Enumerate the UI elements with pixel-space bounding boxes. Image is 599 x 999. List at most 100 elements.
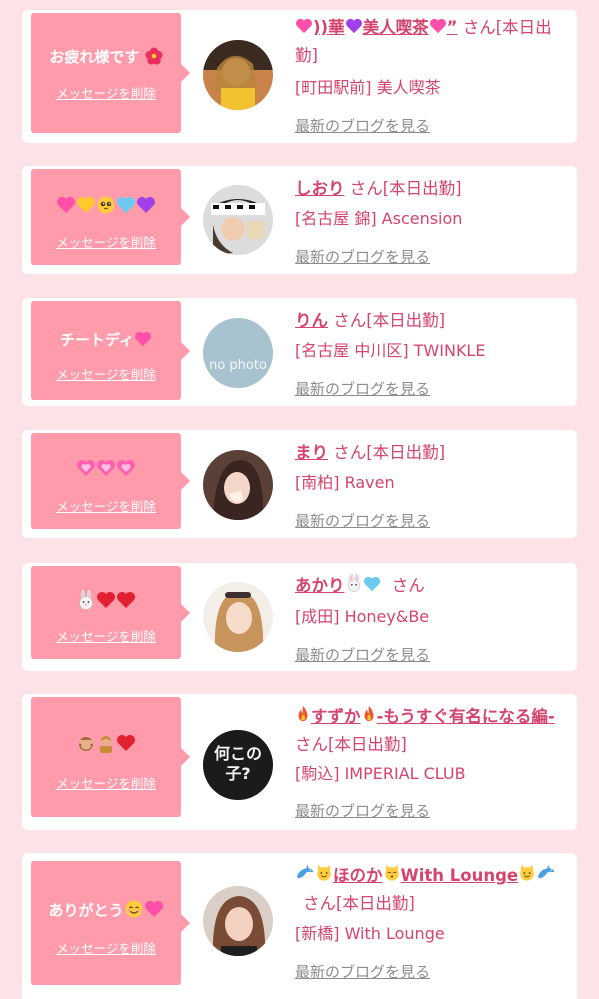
shop-text: [成田] Honey&Be [295, 607, 430, 626]
status-text: さん [391, 576, 425, 595]
blog-link[interactable]: 最新のブログを見る [295, 510, 565, 531]
avatar[interactable] [203, 450, 273, 520]
avatar[interactable] [203, 886, 273, 956]
delete-message-link[interactable]: メッセージを削除 [31, 773, 181, 792]
rabbit-face-icon [76, 589, 96, 614]
fire-icon [361, 704, 377, 731]
message-text [31, 195, 181, 219]
cast-card: メッセージを削除 あかり さん [成田] Honey&Be 最新のブログを見る [22, 563, 577, 671]
shop-text: [南柏] Raven [295, 473, 395, 492]
message-text: チートディ [31, 329, 181, 351]
person-gesturing-icon [96, 733, 116, 757]
cast-info: りん さん[本日出勤] [名古屋 中川区] TWINKLE 最新のブログを見る [295, 307, 565, 399]
red-heart-icon [116, 591, 136, 613]
blog-link[interactable]: 最新のブログを見る [295, 378, 565, 399]
message-text [31, 733, 181, 757]
avatar[interactable]: no photo [203, 318, 273, 388]
message-text [31, 459, 181, 481]
cast-info: まり さん[本日出勤] [南柏] Raven 最新のブログを見る [295, 439, 565, 531]
fire-icon [295, 704, 311, 731]
blog-link[interactable]: 最新のブログを見る [295, 246, 565, 267]
status-text: さん[本日出勤] [349, 179, 462, 198]
cast-name-link[interactable]: まり [295, 443, 328, 462]
pink-heart-icon [76, 459, 96, 481]
status-text: さん[本日出勤] [333, 443, 446, 462]
delete-message-link[interactable]: メッセージを削除 [31, 232, 181, 251]
avatar[interactable] [203, 40, 273, 110]
blog-link[interactable]: 最新のブログを見る [295, 115, 565, 136]
pink-heart-icon [134, 331, 152, 351]
shop-text: [名古屋 錦] Ascension [295, 209, 463, 228]
message-bubble: メッセージを削除 [31, 169, 190, 265]
delete-message-link[interactable]: メッセージを削除 [31, 364, 181, 383]
cast-name-link[interactable]: ))華 美人喫茶” [295, 18, 457, 37]
message-bubble: メッセージを削除 [31, 433, 190, 529]
yellow-heart-icon [76, 196, 96, 218]
cast-card: メッセージを削除 何この子? すずか -もうすぐ有名になる編- さん[本日出勤] … [22, 694, 577, 830]
light-blue-heart-icon [116, 196, 136, 218]
blog-link[interactable]: 最新のブログを見る [295, 644, 565, 665]
message-text: お疲れ様です [31, 46, 181, 69]
shop-text: [新橋] With Lounge [295, 924, 445, 943]
cat-face-icon [315, 863, 333, 890]
cast-card: メッセージを削除 しおり さん[本日出勤] [名古屋 錦] Ascension … [22, 166, 577, 274]
red-heart-icon [96, 591, 116, 613]
pink-heart-icon [295, 15, 313, 42]
message-bubble: お疲れ様です メッセージを削除 [31, 13, 190, 133]
status-text: さん[本日出勤] [295, 735, 407, 754]
pink-heart-icon [144, 900, 164, 922]
avatar[interactable] [203, 582, 273, 652]
avatar[interactable] [203, 185, 273, 255]
dolphin-icon [536, 863, 556, 890]
status-text: さん[本日出勤] [303, 894, 415, 913]
purple-heart-icon [136, 196, 156, 218]
shop-text: [駒込] IMPERIAL CLUB [295, 764, 466, 783]
message-text [31, 589, 181, 614]
rabbit-face-icon [345, 573, 363, 600]
pink-heart-icon [96, 459, 116, 481]
smiling-face-icon [124, 899, 144, 923]
message-bubble: チートディ メッセージを削除 [31, 301, 190, 400]
purple-heart-icon [345, 15, 363, 42]
light-blue-heart-icon [363, 573, 381, 600]
shop-text: [町田駅前] 美人喫茶 [295, 78, 441, 97]
status-text: さん[本日出勤] [333, 311, 446, 330]
delete-message-link[interactable]: メッセージを削除 [31, 938, 181, 957]
pink-heart-icon [116, 459, 136, 481]
cast-name-link[interactable]: ほのか With Lounge [295, 864, 556, 885]
blog-link[interactable]: 最新のブログを見る [295, 800, 565, 821]
cast-card: ありがとう メッセージを削除 ほのか With Lounge さん[本日出勤] [… [22, 853, 577, 999]
message-bubble: メッセージを削除 [31, 566, 190, 659]
cast-name-link[interactable]: りん [295, 311, 328, 330]
cast-card: チートディ メッセージを削除 no photo りん さん[本日出勤] [名古屋… [22, 298, 577, 406]
pink-heart-icon [56, 196, 76, 218]
red-heart-icon [116, 734, 136, 756]
cast-card: メッセージを削除 まり さん[本日出勤] [南柏] Raven 最新のブログを見… [22, 430, 577, 538]
hibiscus-icon [145, 46, 163, 69]
no-photo-text: no photo [209, 358, 267, 373]
avatar-caption: 何この子? [213, 744, 262, 783]
cast-name-link[interactable]: すずか -もうすぐ有名になる編- [295, 705, 555, 726]
see-no-evil-monkey-icon [76, 733, 96, 757]
message-bubble: メッセージを削除 [31, 697, 190, 817]
delete-message-link[interactable]: メッセージを削除 [31, 626, 181, 645]
cast-name-link[interactable]: あかり [295, 573, 381, 595]
pink-heart-icon [429, 15, 447, 42]
cast-name-link[interactable]: しおり [295, 179, 345, 198]
cast-info: ))華 美人喫茶” さん[本日出勤] [町田駅前] 美人喫茶 最新のブログを見る [295, 14, 565, 136]
delete-message-link[interactable]: メッセージを削除 [31, 83, 181, 102]
cast-info: ほのか With Lounge さん[本日出勤] [新橋] With Lounge… [295, 862, 565, 982]
dolphin-icon [295, 863, 315, 890]
cat-face-icon [518, 863, 536, 890]
kissing-cat-icon [383, 863, 401, 890]
cast-info: あかり さん [成田] Honey&Be 最新のブログを見る [295, 572, 565, 665]
cast-info: すずか -もうすぐ有名になる編- さん[本日出勤] [駒込] IMPERIAL C… [295, 703, 565, 821]
pleading-face-icon [96, 195, 116, 219]
message-text: ありがとう [31, 899, 181, 923]
avatar[interactable]: 何この子? [203, 730, 273, 800]
message-bubble: ありがとう メッセージを削除 [31, 861, 190, 985]
delete-message-link[interactable]: メッセージを削除 [31, 496, 181, 515]
cast-card: お疲れ様です メッセージを削除 ))華 美人喫茶” さん[本日出勤] [町田駅前]… [22, 10, 577, 143]
cast-info: しおり さん[本日出勤] [名古屋 錦] Ascension 最新のブログを見る [295, 175, 565, 267]
blog-link[interactable]: 最新のブログを見る [295, 961, 565, 982]
